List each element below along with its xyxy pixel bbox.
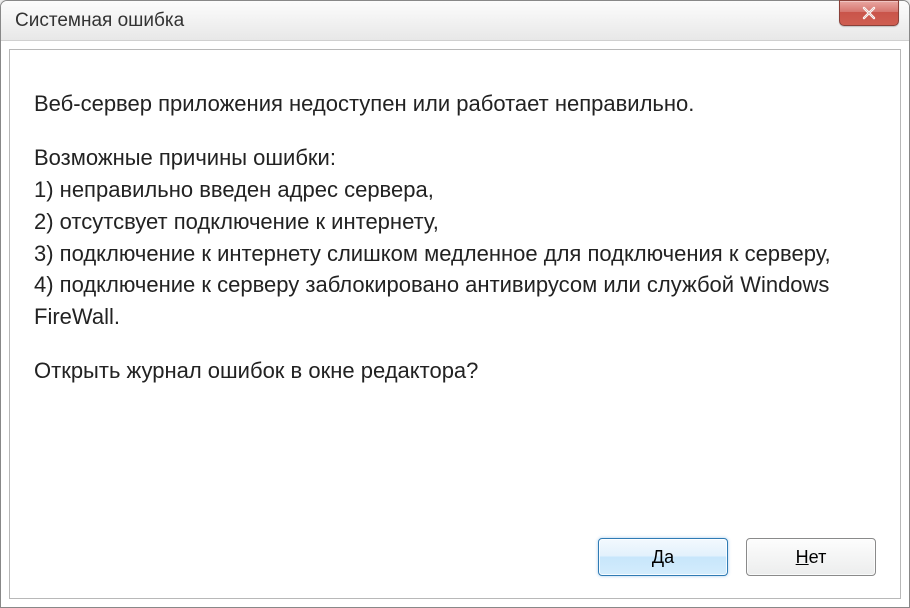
button-bar: Да Нет (10, 538, 900, 598)
message-content: Веб-сервер приложения недоступен или раб… (10, 50, 900, 538)
message-prompt: Открыть журнал ошибок в окне редактора? (34, 355, 876, 387)
reason-item: 4) подключение к серверу заблокировано а… (34, 269, 876, 333)
close-icon (861, 6, 877, 20)
system-error-dialog: Системная ошибка Веб-сервер приложения н… (0, 0, 910, 608)
no-button-rest: ет (809, 547, 827, 567)
titlebar[interactable]: Системная ошибка (1, 1, 909, 41)
no-button[interactable]: Нет (746, 538, 876, 576)
reason-item: 1) неправильно введен адрес сервера, (34, 174, 876, 206)
dialog-body-frame: Веб-сервер приложения недоступен или раб… (9, 49, 901, 599)
dialog-title: Системная ошибка (15, 10, 901, 32)
reason-item: 3) подключение к интернету слишком медле… (34, 238, 876, 270)
reasons-header: Возможные причины ошибки: (34, 142, 876, 174)
message-intro: Веб-сервер приложения недоступен или раб… (34, 88, 876, 120)
mnemonic-letter: Н (796, 547, 809, 567)
yes-button[interactable]: Да (598, 538, 728, 576)
reason-item: 2) отсутсвует подключение к интернету, (34, 206, 876, 238)
close-button[interactable] (839, 0, 899, 26)
